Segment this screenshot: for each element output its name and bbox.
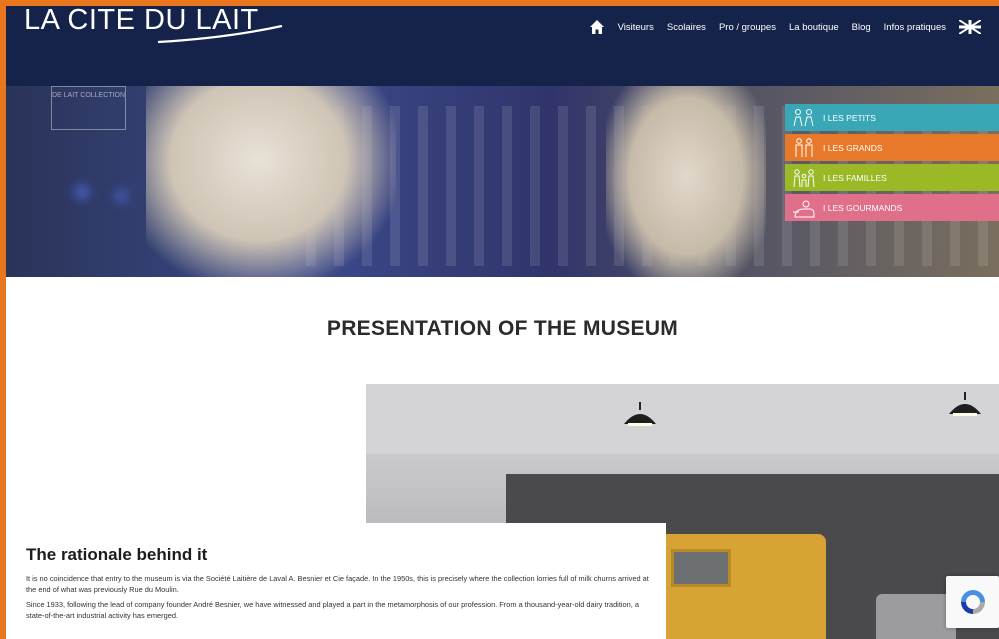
tab-label: I LES FAMILLES: [823, 172, 887, 183]
audience-tabs: I LES PETITS I LES GRANDS I LES FAMILLES: [785, 104, 999, 221]
truck-window: [671, 549, 731, 587]
hero-banner: DE LAIT COLLECTION I LES PETITS I LES GR: [6, 86, 999, 277]
children-icon: [793, 108, 814, 126]
tab-les-familles[interactable]: I LES FAMILLES: [785, 164, 999, 191]
uk-flag-icon[interactable]: [959, 20, 981, 34]
nav-item-la-boutique[interactable]: La boutique: [789, 22, 839, 33]
page-title: PRESENTATION OF THE MUSEUM: [326, 317, 679, 340]
hero-statue-right: [606, 86, 766, 277]
recaptcha-icon: [960, 590, 985, 614]
tab-les-grands[interactable]: I LES GRANDS: [785, 134, 999, 161]
pendant-lamp-icon: [624, 402, 656, 426]
hero-light: [76, 186, 88, 198]
tab-les-petits[interactable]: I LES PETITS: [785, 104, 999, 131]
logo-swoosh-icon: [157, 24, 283, 44]
photo-ceiling: [366, 384, 999, 454]
site-header: LA CITE DU LAIT Visiteurs Scolaires Pro …: [6, 6, 999, 86]
nav-item-pro-groupes[interactable]: Pro / groupes: [719, 22, 776, 33]
tab-label: I LES PETITS: [823, 112, 876, 123]
tab-les-gourmands[interactable]: I LES GOURMANDS: [785, 194, 999, 221]
family-icon: [793, 168, 815, 187]
milk-churns: [876, 594, 956, 639]
adults-icon: [795, 137, 813, 157]
nav-item-scolaires[interactable]: Scolaires: [667, 22, 706, 33]
hero-light: [116, 191, 126, 201]
section-heading: The rationale behind it: [26, 545, 208, 564]
nav-item-blog[interactable]: Blog: [852, 22, 871, 33]
hero-sign: DE LAIT COLLECTION: [51, 86, 126, 130]
tab-label: I LES GRANDS: [823, 142, 883, 153]
home-icon[interactable]: [589, 19, 605, 35]
hero-sign-text: DE LAIT COLLECTION: [52, 92, 126, 99]
nav-item-infos-pratiques[interactable]: Infos pratiques: [884, 22, 946, 33]
hero-statue-left: [146, 86, 396, 277]
page-frame: LA CITE DU LAIT Visiteurs Scolaires Pro …: [6, 6, 999, 639]
paragraph: Since 1933, following the lead of compan…: [26, 600, 639, 620]
tab-label: I LES GOURMANDS: [823, 202, 903, 213]
rationale-card: The rationale behind it It is no coincid…: [6, 523, 666, 639]
recaptcha-badge[interactable]: [946, 576, 999, 628]
paragraph: It is no coincidence that entry to the m…: [26, 574, 649, 594]
pendant-lamp-icon: [949, 392, 981, 416]
gourmet-icon: [793, 200, 815, 217]
nav-item-visiteurs[interactable]: Visiteurs: [618, 22, 654, 33]
main-nav: Visiteurs Scolaires Pro / groupes La bou…: [589, 16, 981, 38]
